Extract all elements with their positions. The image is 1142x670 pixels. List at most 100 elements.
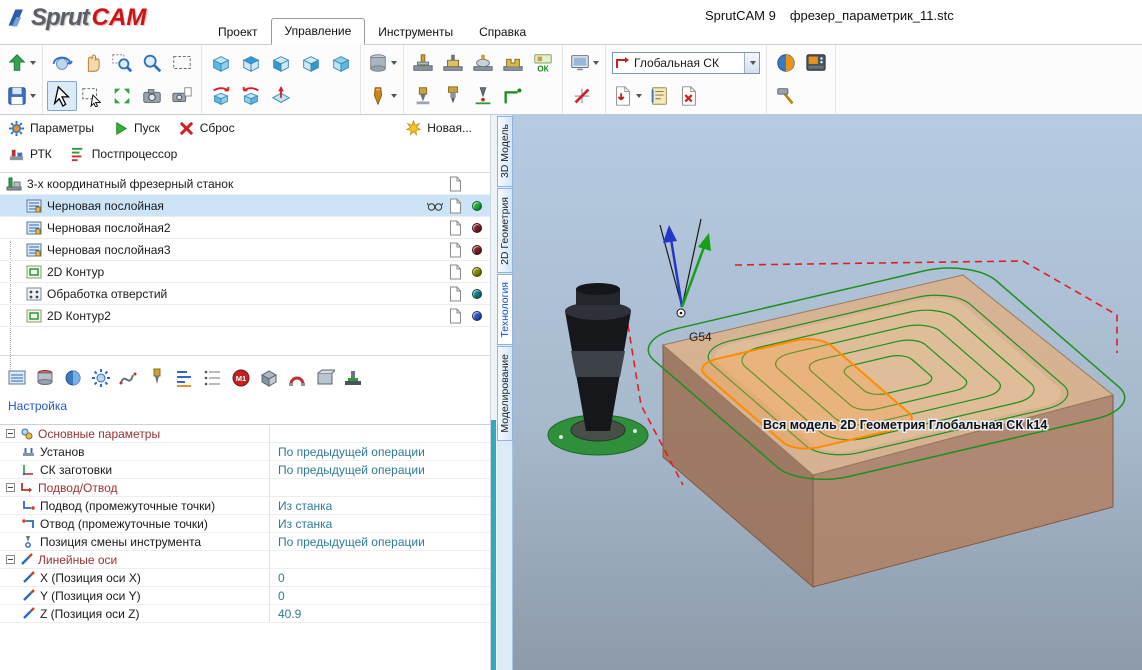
rtk-button[interactable]: РТК [8,146,52,163]
passes-button[interactable] [200,365,225,390]
document-icon[interactable] [449,220,462,236]
document-icon[interactable] [449,176,462,192]
document-icon[interactable] [449,242,462,258]
reset-button[interactable]: Сброс [178,120,235,137]
tool-button[interactable] [365,81,399,111]
collapse-icon[interactable] [6,429,15,438]
geometry-curves-button[interactable] [116,365,141,390]
grid-item-row[interactable]: Отвод (промежуточные точки) Из станка [0,515,490,533]
part-setup-button[interactable] [468,48,498,78]
render-mode-button[interactable] [771,48,801,78]
dropdown-caret-icon[interactable] [593,60,599,65]
grid-group-row[interactable]: Подвод/Отвод [0,479,490,497]
operation-params-button[interactable] [4,365,29,390]
solid-view-button[interactable] [312,365,337,390]
new-operation-button[interactable]: Новая... [405,119,472,137]
param-value[interactable]: По предыдущей операции [270,535,425,549]
delete-document-button[interactable] [674,81,704,111]
settings-gear-button[interactable] [88,365,113,390]
collapse-icon[interactable] [6,483,15,492]
fixtures-button[interactable] [498,48,528,78]
parameters-button[interactable]: Параметры [8,120,94,137]
geometry-corner-button[interactable] [498,81,528,111]
view-iso-button[interactable] [206,48,236,78]
grid-item-row[interactable]: Подвод (промежуточные точки) Из станка [0,497,490,515]
snapshot-button[interactable] [137,81,167,111]
operation-row[interactable]: Черновая послойная2 [0,217,490,239]
grid-item-row[interactable]: Z (Позиция оси Z) 40.9 [0,605,490,623]
job-report-button[interactable] [644,81,674,111]
menu-control[interactable]: Управление [270,18,366,45]
tool-position-button[interactable] [468,81,498,111]
panel-scrollbar[interactable] [491,420,496,670]
machine-panel-button[interactable] [801,48,831,78]
export-gcode-button[interactable] [610,81,644,111]
document-icon[interactable] [449,308,462,324]
setup-link[interactable]: Настройка [8,399,67,413]
document-icon[interactable] [449,286,462,302]
simulation-button[interactable] [256,365,281,390]
machine-sim-button[interactable] [340,365,365,390]
param-value[interactable]: 0 [270,589,285,603]
param-value[interactable]: Из станка [270,499,332,513]
operation-row[interactable]: 2D Контур [0,261,490,283]
approve-ok-button[interactable]: ОК [528,48,558,78]
hide-axes-button[interactable] [567,81,597,111]
param-value[interactable]: 0 [270,571,285,585]
zoom-extents-button[interactable] [107,81,137,111]
model-mini-button[interactable] [60,365,85,390]
select-window-button[interactable] [167,48,197,78]
3d-scene[interactable]: G54 Вся модель 2D Геометрия Глобальная С… [513,115,1142,670]
view-front-button[interactable] [266,48,296,78]
rotate-view-cw-button[interactable] [206,81,236,111]
snapshot-list-button[interactable] [167,81,197,111]
machine-row[interactable]: 3-х координатный фрезерный станок [0,173,490,195]
rotate-view-button[interactable] [47,48,77,78]
cutting-tool[interactable] [547,283,649,456]
m1-stop-button[interactable]: M1 [228,365,253,390]
workpiece-button[interactable] [365,48,399,78]
grid-group-row[interactable]: Линейные оси [0,551,490,569]
grid-item-row[interactable]: Позиция смены инструмента По предыдущей … [0,533,490,551]
select-rect-button[interactable] [77,81,107,111]
machine-scheme-button[interactable] [408,48,438,78]
view-right-button[interactable] [296,48,326,78]
cs-selector[interactable]: Глобальная СК [612,51,760,74]
postprocessor-button[interactable]: Постпроцессор [70,146,177,163]
select-cursor-button[interactable] [47,81,77,112]
operation-row[interactable]: 2D Контур2 [0,305,490,327]
menu-tools[interactable]: Инструменты [365,20,466,45]
dropdown-caret-icon[interactable] [30,94,36,99]
tool-assembly-button[interactable] [438,81,468,111]
tab-2d-geometry[interactable]: 2D Геометрия [497,188,513,273]
menu-help[interactable]: Справка [466,20,539,45]
grid-item-row[interactable]: Y (Позиция оси Y) 0 [0,587,490,605]
zoom-button[interactable] [137,48,167,78]
grid-item-row[interactable]: X (Позиция оси X) 0 [0,569,490,587]
tab-technology[interactable]: Технология [497,274,513,345]
start-button[interactable]: Пуск [112,120,160,137]
dropdown-caret-icon[interactable] [391,94,397,99]
param-value[interactable]: Из станка [270,517,332,531]
menu-project[interactable]: Проект [205,20,271,45]
levels-button[interactable] [172,365,197,390]
tool-mini-button[interactable] [144,365,169,390]
param-value[interactable]: По предыдущей операции [270,445,425,459]
pan-view-button[interactable] [77,48,107,78]
grid-item-row[interactable]: Установ По предыдущей операции [0,443,490,461]
cs-selector-dropdown[interactable] [744,52,759,73]
tools-hammer-button[interactable] [771,81,801,111]
document-icon[interactable] [449,264,462,280]
rotate-view-ccw-button[interactable] [236,81,266,111]
tool-block-button[interactable] [408,81,438,111]
grid-item-row[interactable]: СК заготовки По предыдущей операции [0,461,490,479]
workpiece-setup-button[interactable] [438,48,468,78]
document-icon[interactable] [449,198,462,214]
dropdown-caret-icon[interactable] [391,60,397,65]
param-value[interactable]: 40.9 [270,607,301,621]
tab-3d-model[interactable]: 3D Модель [497,116,513,187]
import-model-button[interactable] [4,48,38,78]
dropdown-caret-icon[interactable] [636,94,642,99]
view-normal-button[interactable] [266,81,296,111]
view-top-button[interactable] [236,48,266,78]
